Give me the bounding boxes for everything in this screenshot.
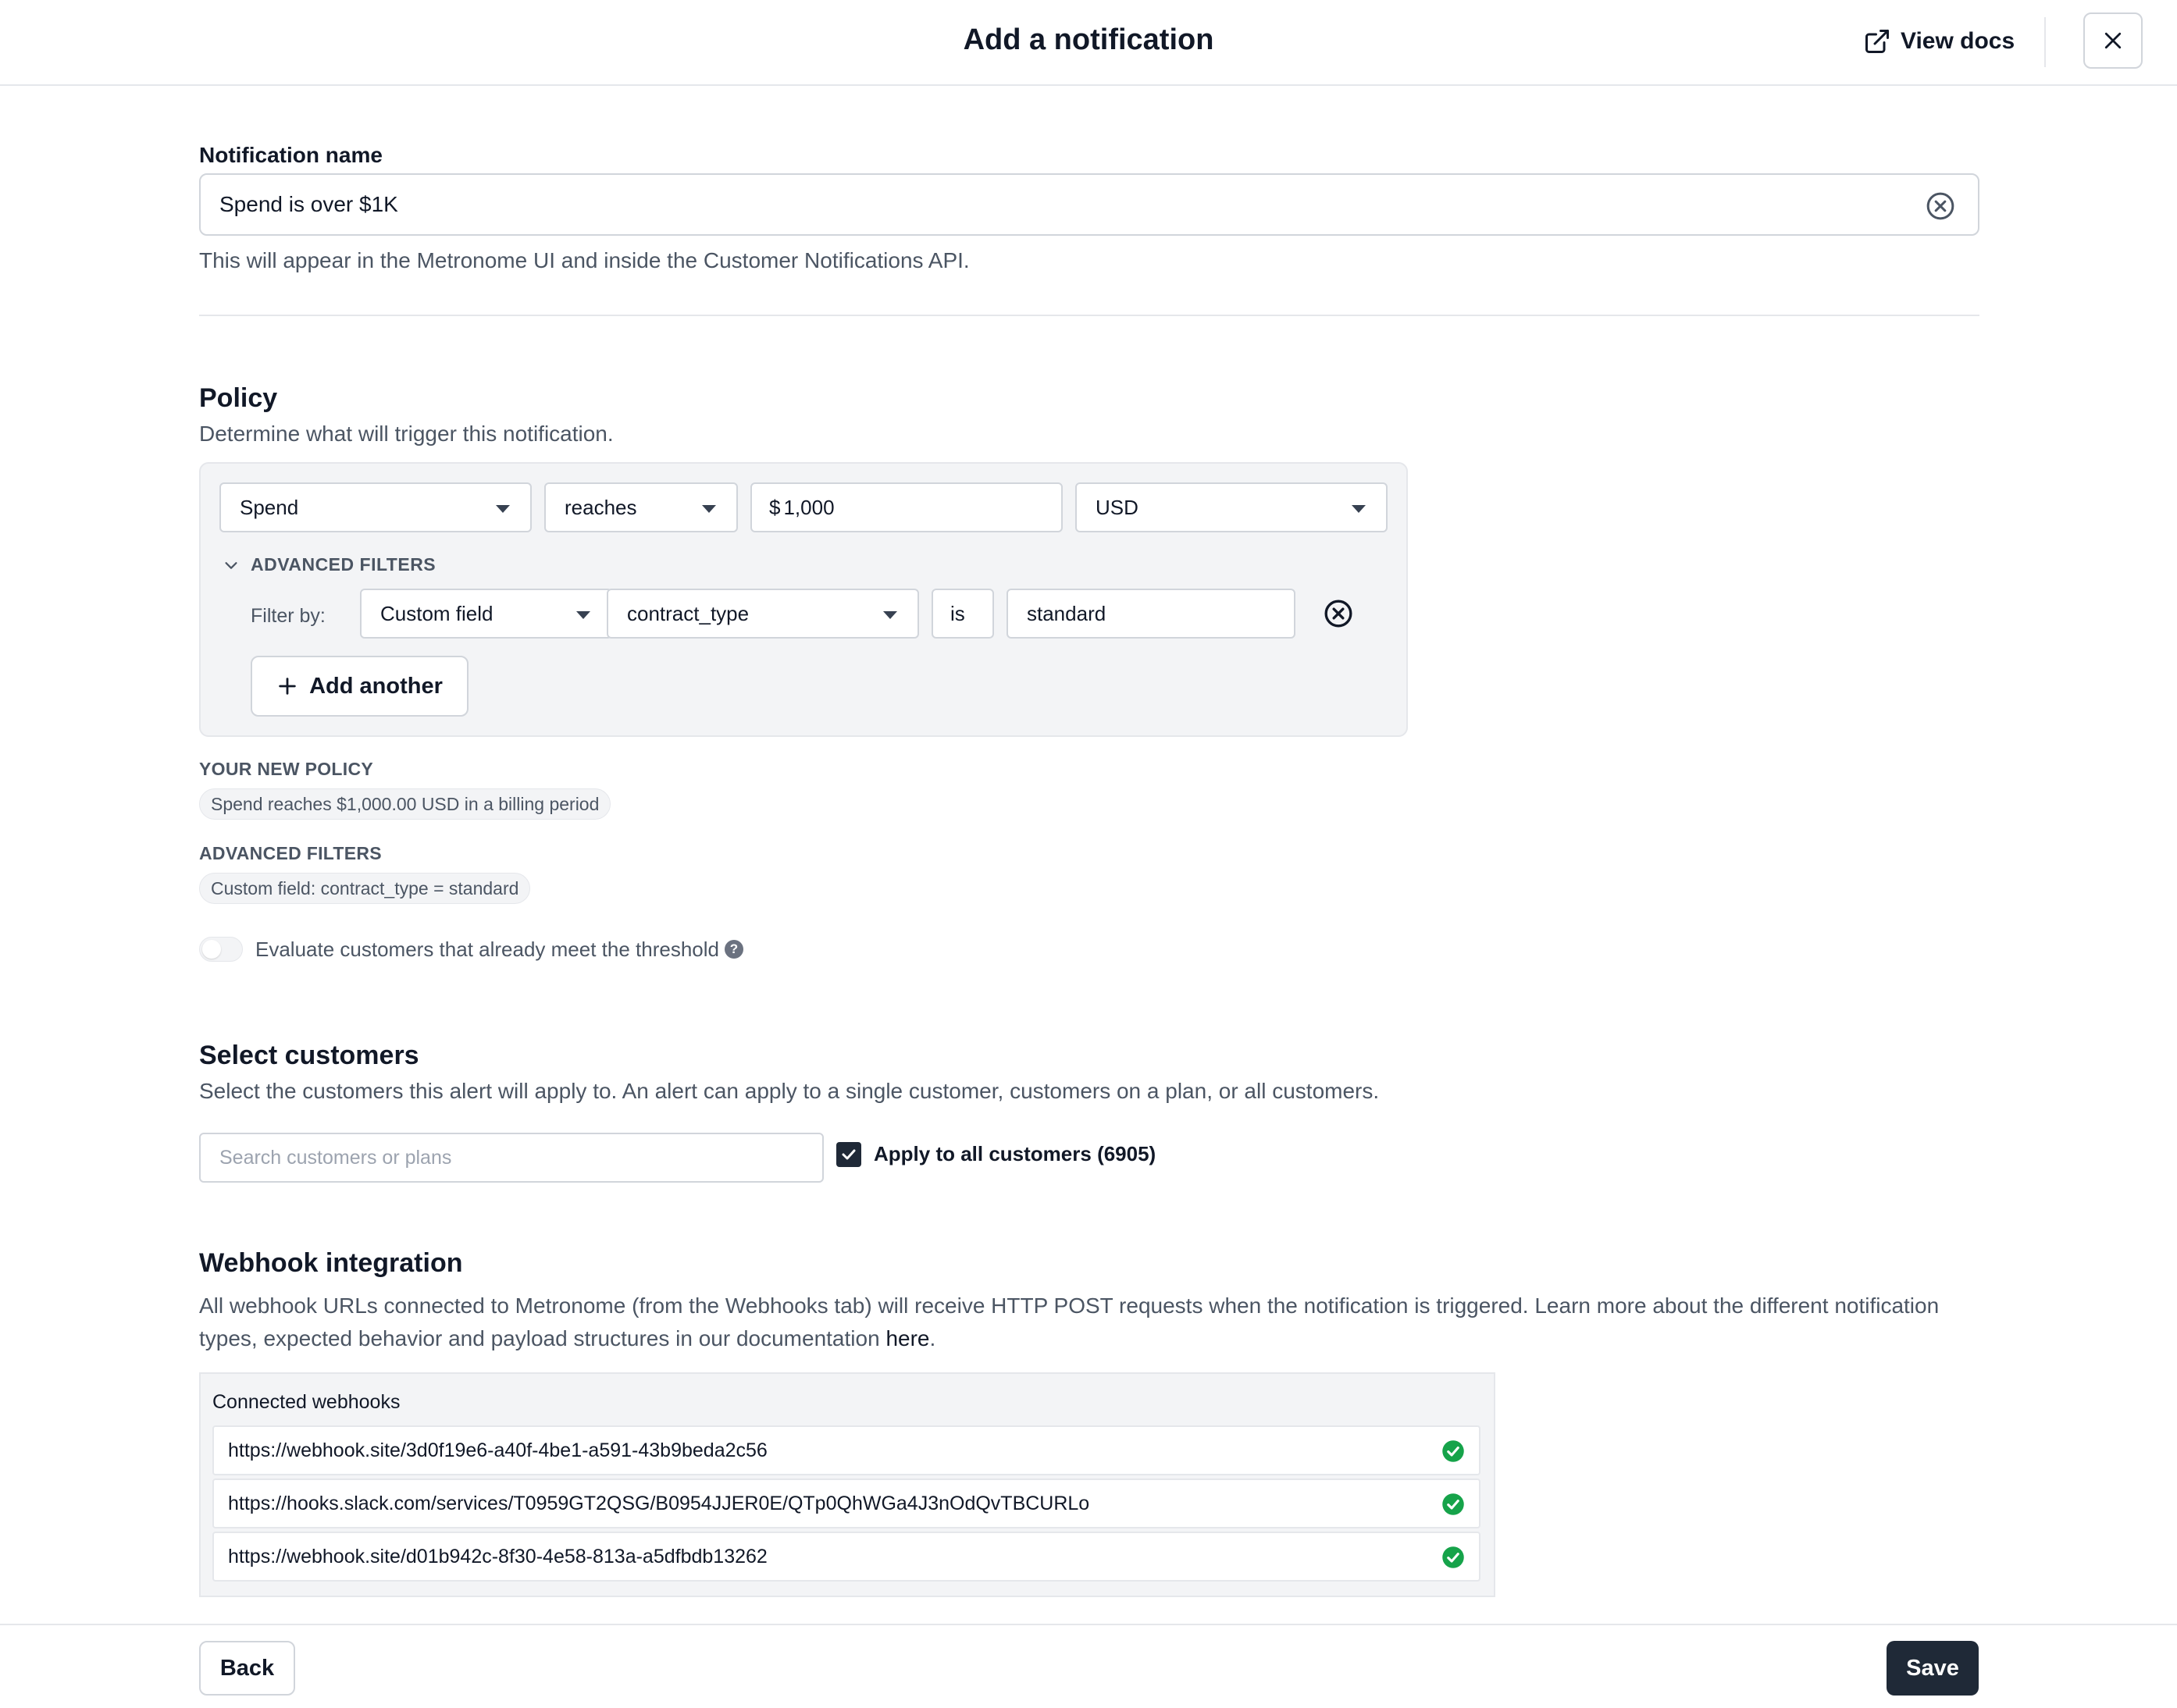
apply-all-label: Apply to all customers (6905): [874, 1142, 1156, 1165]
notification-name-value: Spend is over $1K: [219, 192, 398, 216]
modal-footer: [0, 1624, 2177, 1708]
documentation-link[interactable]: here: [885, 1326, 929, 1350]
filter-field-value: contract_type: [627, 601, 750, 625]
page-title: Add a notification: [963, 23, 1214, 56]
notification-name-input[interactable]: Spend is over $1K: [199, 173, 1979, 236]
filter-operator-select[interactable]: is: [932, 589, 994, 639]
webhook-url: https://webhook.site/3d0f19e6-a40f-4be1-…: [228, 1439, 768, 1461]
metric-select-value: Spend: [240, 495, 299, 519]
close-icon: [2104, 32, 2122, 49]
caret-down-icon: [883, 611, 897, 619]
caret-down-icon: [496, 505, 510, 513]
webhook-description-text: All webhook URLs connected to Metronome …: [199, 1293, 1940, 1350]
currency-prefix: $: [769, 495, 781, 519]
advanced-filters-label: ADVANCED FILTERS: [251, 554, 436, 575]
evaluate-existing-label: Evaluate customers that already meet the…: [255, 938, 719, 961]
webhook-row: https://webhook.site/d01b942c-8f30-4e58-…: [212, 1532, 1480, 1582]
view-docs-label: View docs: [1901, 28, 2015, 54]
webhook-description: All webhook URLs connected to Metronome …: [199, 1290, 1987, 1355]
connected-webhooks-label: Connected webhooks: [212, 1391, 401, 1413]
clear-circle-icon[interactable]: [1925, 190, 1956, 222]
filter-by-label: Filter by:: [251, 605, 326, 627]
webhook-integration-title: Webhook integration: [199, 1248, 463, 1278]
your-new-policy-label: YOUR NEW POLICY: [199, 759, 374, 779]
view-docs-link[interactable]: View docs: [1863, 23, 2015, 59]
header-divider: [2044, 17, 2046, 67]
chevron-down-icon: [225, 561, 237, 569]
modal-header: Add a notification View docs: [0, 0, 2177, 86]
filter-field-select[interactable]: contract_type: [607, 589, 919, 639]
plus-icon: [279, 678, 296, 695]
add-another-button[interactable]: Add another: [251, 656, 469, 717]
currency-select-value: USD: [1096, 495, 1138, 519]
external-link-icon: [1865, 30, 1889, 53]
policy-summary-pill: Spend reaches $1,000.00 USD in a billing…: [199, 788, 611, 820]
webhook-row: https://hooks.slack.com/services/T0959GT…: [212, 1478, 1480, 1528]
caret-down-icon: [702, 505, 716, 513]
caret-down-icon: [1352, 505, 1366, 513]
help-icon[interactable]: ?: [725, 940, 743, 959]
filter-type-value: Custom field: [380, 601, 493, 625]
filter-value-input[interactable]: standard: [1007, 589, 1295, 639]
select-customers-description: Select the customers this alert will app…: [199, 1079, 1380, 1103]
webhook-row: https://webhook.site/3d0f19e6-a40f-4be1-…: [212, 1425, 1480, 1475]
select-customers-title: Select customers: [199, 1041, 419, 1070]
caret-down-icon: [576, 611, 590, 619]
webhook-description-end: .: [929, 1326, 936, 1350]
save-button[interactable]: Save: [1887, 1641, 1979, 1696]
notification-name-label: Notification name: [199, 143, 383, 167]
operator-select[interactable]: reaches: [544, 482, 738, 532]
check-circle-icon: [1442, 1546, 1464, 1568]
amount-value: 1,000: [783, 495, 835, 519]
webhook-url: https://hooks.slack.com/services/T0959GT…: [228, 1492, 1090, 1514]
webhook-url: https://webhook.site/d01b942c-8f30-4e58-…: [228, 1545, 768, 1567]
close-button[interactable]: [2083, 12, 2143, 69]
advanced-filters-toggle[interactable]: ADVANCED FILTERS: [223, 554, 436, 575]
operator-select-value: reaches: [565, 495, 637, 519]
add-another-label: Add another: [309, 673, 443, 699]
customer-search-input[interactable]: [199, 1133, 824, 1183]
section-divider: [199, 315, 1979, 316]
currency-select[interactable]: USD: [1075, 482, 1388, 532]
advanced-filters-summary-label: ADVANCED FILTERS: [199, 843, 382, 863]
filter-value: standard: [1027, 601, 1106, 625]
apply-all-checkbox[interactable]: [836, 1142, 861, 1167]
filters-summary-pill: Custom field: contract_type = standard: [199, 873, 531, 904]
evaluate-existing-toggle[interactable]: [199, 937, 243, 962]
amount-input[interactable]: $ 1,000: [750, 482, 1063, 532]
metric-select[interactable]: Spend: [219, 482, 532, 532]
check-circle-icon: [1442, 1440, 1464, 1462]
checkmark-icon: [842, 1149, 856, 1160]
remove-filter-icon[interactable]: [1323, 598, 1354, 629]
policy-description: Determine what will trigger this notific…: [199, 422, 614, 446]
check-circle-icon: [1442, 1493, 1464, 1515]
toggle-knob: [202, 940, 221, 959]
policy-title: Policy: [199, 383, 278, 413]
back-button[interactable]: Back: [199, 1641, 295, 1696]
notification-name-help: This will appear in the Metronome UI and…: [199, 248, 970, 272]
filter-type-select[interactable]: Custom field: [360, 589, 612, 639]
filter-operator-value: is: [950, 601, 965, 625]
